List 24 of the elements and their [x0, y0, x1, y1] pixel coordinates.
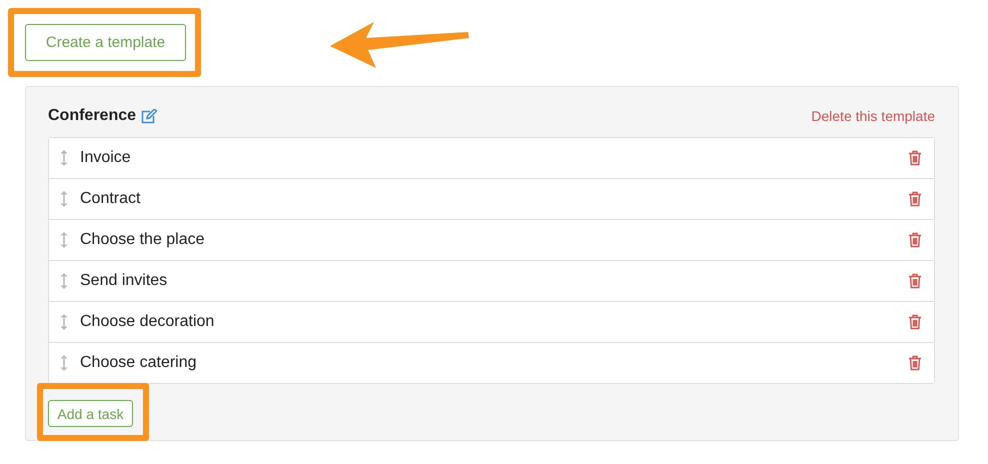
template-title: Conference [48, 107, 136, 125]
delete-template-link[interactable]: Delete this template [811, 108, 935, 124]
task-label: Invoice [80, 149, 132, 167]
drag-handle-icon[interactable] [59, 149, 69, 167]
trash-icon[interactable] [908, 355, 922, 371]
add-task-button[interactable]: Add a task [48, 400, 133, 427]
drag-handle-icon[interactable] [59, 313, 69, 331]
trash-icon[interactable] [908, 150, 922, 166]
trash-icon[interactable] [908, 273, 922, 289]
task-label: Choose catering [80, 354, 198, 372]
task-label: Send invites [80, 272, 168, 290]
task-label: Choose the place [80, 231, 206, 249]
drag-handle-icon[interactable] [59, 354, 69, 372]
create-template-button[interactable]: Create a template [25, 24, 186, 61]
trash-icon[interactable] [908, 232, 922, 248]
arrow-icon [328, 20, 470, 70]
task-label: Choose decoration [80, 313, 216, 331]
task-label: Contract [80, 190, 142, 208]
trash-icon[interactable] [908, 191, 922, 207]
drag-handle-icon[interactable] [59, 272, 69, 290]
drag-handle-icon[interactable] [59, 190, 69, 208]
drag-handle-icon[interactable] [59, 231, 69, 249]
trash-icon[interactable] [908, 314, 922, 330]
edit-icon[interactable] [141, 108, 158, 124]
